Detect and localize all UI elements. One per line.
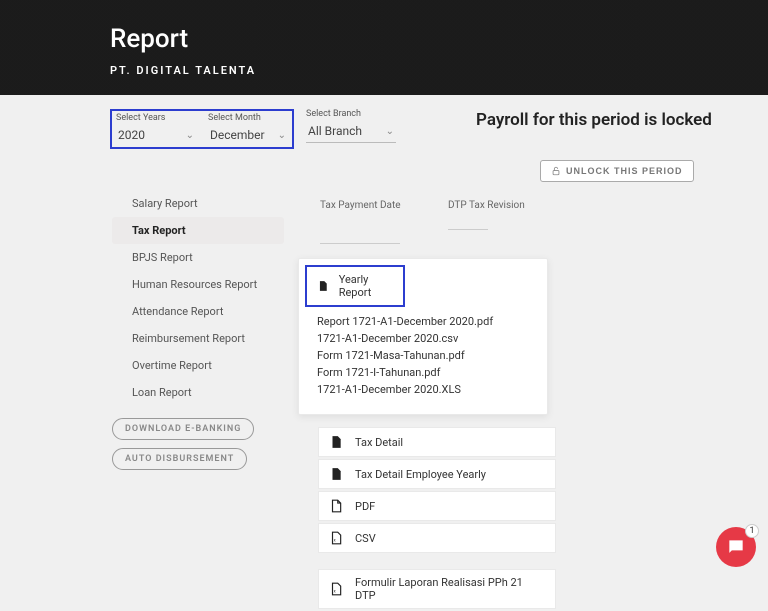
file-icon xyxy=(329,466,343,482)
tax-payment-date-col: Tax Payment Date xyxy=(320,200,410,244)
file-link[interactable]: 1721-A1-December 2020.XLS xyxy=(317,381,529,398)
company-name: PT. DIGITAL TALENTA xyxy=(110,64,768,77)
input-line[interactable] xyxy=(320,243,400,244)
download-ebanking-button[interactable]: DOWNLOAD E-BANKING xyxy=(112,418,254,440)
option-label: Formulir Laporan Realisasi PPh 21 DTP xyxy=(355,576,545,602)
unlock-button[interactable]: UNLOCK THIS PERIOD xyxy=(540,160,694,182)
option-formulir-dtp[interactable]: x Formulir Laporan Realisasi PPh 21 DTP xyxy=(318,569,556,609)
year-label: Select Years xyxy=(116,113,196,123)
month-value: December xyxy=(210,128,265,142)
tax-header: Tax Payment Date DTP Tax Revision xyxy=(298,188,658,244)
year-value: 2020 xyxy=(118,128,145,142)
chat-icon xyxy=(726,537,746,557)
svg-text:x: x xyxy=(334,589,336,594)
chat-badge: 1 xyxy=(745,524,759,538)
col-label: Tax Payment Date xyxy=(320,200,401,211)
branch-filter[interactable]: Select Branch All Branch ⌄ xyxy=(306,109,396,149)
chevron-down-icon: ⌄ xyxy=(186,130,194,141)
payroll-status: Payroll for this period is locked xyxy=(476,110,712,131)
col-label: DTP Tax Revision xyxy=(448,200,525,211)
chevron-down-icon: ⌄ xyxy=(386,126,394,137)
yearly-report-panel: Yearly Report Report 1721-A1-December 20… xyxy=(298,258,548,415)
page-header: Report PT. DIGITAL TALENTA xyxy=(0,0,768,95)
option-label: Tax Detail xyxy=(355,436,403,449)
option-label: PDF xyxy=(355,500,375,513)
xls-icon: x xyxy=(329,581,343,597)
csv-icon: x xyxy=(329,530,343,546)
report-sidebar: Salary Report Tax Report BPJS Report Hum… xyxy=(112,190,284,470)
chat-widget[interactable]: 1 xyxy=(716,527,756,567)
year-month-group: Select Years 2020 ⌄ Select Month December… xyxy=(110,109,294,149)
option-label: Tax Detail Employee Yearly xyxy=(355,468,486,481)
sidebar-item-tax[interactable]: Tax Report xyxy=(112,217,284,244)
main-content: Tax Payment Date DTP Tax Revision Yearly… xyxy=(298,188,658,611)
auto-disbursement-button[interactable]: AUTO DISBURSEMENT xyxy=(112,448,247,470)
sidebar-item-reimbursement[interactable]: Reimbursement Report xyxy=(112,325,284,352)
chevron-down-icon: ⌄ xyxy=(278,130,286,141)
status-heading: Payroll for this period is locked xyxy=(476,110,712,131)
file-link[interactable]: Form 1721-I-Tahunan.pdf xyxy=(317,364,529,381)
sidebar-item-attendance[interactable]: Attendance Report xyxy=(112,298,284,325)
yearly-report-header[interactable]: Yearly Report xyxy=(305,265,405,307)
sidebar-item-loan[interactable]: Loan Report xyxy=(112,379,284,406)
file-link[interactable]: Report 1721-A1-December 2020.pdf xyxy=(317,313,529,330)
sidebar-item-hr[interactable]: Human Resources Report xyxy=(112,271,284,298)
file-icon xyxy=(329,434,343,450)
option-tax-detail-yearly[interactable]: Tax Detail Employee Yearly xyxy=(318,459,556,489)
unlock-icon xyxy=(551,166,561,176)
month-label: Select Month xyxy=(208,113,288,123)
year-filter[interactable]: Select Years 2020 ⌄ xyxy=(116,113,196,146)
sidebar-item-bpjs[interactable]: BPJS Report xyxy=(112,244,284,271)
page-title: Report xyxy=(110,24,768,54)
file-link[interactable]: Form 1721-Masa-Tahunan.pdf xyxy=(317,347,529,364)
dtp-revision-col: DTP Tax Revision xyxy=(448,200,538,244)
option-tax-detail[interactable]: Tax Detail xyxy=(318,427,556,457)
file-link[interactable]: 1721-A1-December 2020.csv xyxy=(317,330,529,347)
option-csv[interactable]: x CSV xyxy=(318,523,556,553)
sidebar-item-overtime[interactable]: Overtime Report xyxy=(112,352,284,379)
month-filter[interactable]: Select Month December ⌄ xyxy=(208,113,288,146)
unlock-label: UNLOCK THIS PERIOD xyxy=(566,166,683,176)
option-label: CSV xyxy=(355,532,376,545)
download-options: Tax Detail Tax Detail Employee Yearly PD… xyxy=(318,427,556,609)
pdf-icon xyxy=(329,498,343,514)
option-pdf[interactable]: PDF xyxy=(318,491,556,521)
svg-text:x: x xyxy=(334,538,336,543)
yearly-title: Yearly Report xyxy=(339,273,393,299)
input-line[interactable] xyxy=(448,229,488,230)
branch-value: All Branch xyxy=(308,124,362,138)
branch-label: Select Branch xyxy=(306,109,396,119)
sidebar-item-salary[interactable]: Salary Report xyxy=(112,190,284,217)
file-icon xyxy=(317,278,329,294)
yearly-file-list: Report 1721-A1-December 2020.pdf 1721-A1… xyxy=(299,307,547,404)
